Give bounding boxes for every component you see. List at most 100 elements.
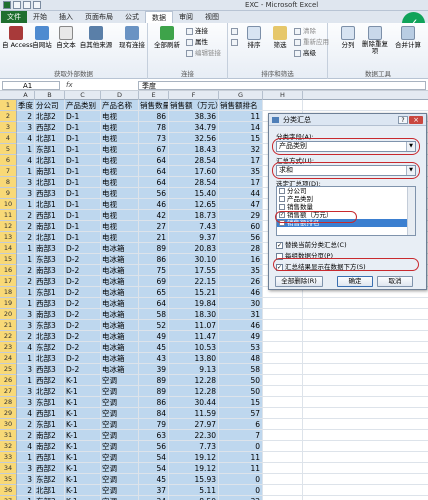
column-header-e[interactable]: E (139, 91, 169, 100)
cell[interactable]: 13.80 (169, 353, 219, 364)
cell[interactable]: 东部2 (35, 496, 65, 500)
cell[interactable]: 东部3 (35, 254, 65, 265)
cell[interactable]: 北部1 (35, 177, 65, 188)
row-header[interactable]: 20 (0, 309, 17, 320)
redo-icon[interactable] (33, 1, 41, 9)
cell[interactable]: K-1 (65, 474, 101, 485)
cell[interactable]: 18.43 (169, 144, 219, 155)
cell[interactable]: 南部3 (35, 309, 65, 320)
cell[interactable]: 1 (17, 166, 35, 177)
cell[interactable]: 2 (17, 430, 35, 441)
cell[interactable]: 45 (139, 474, 169, 485)
cell[interactable]: 西部1 (35, 452, 65, 463)
cell[interactable] (303, 419, 428, 430)
cell[interactable]: 空调 (101, 386, 139, 397)
cell[interactable]: 67 (139, 144, 169, 155)
tab-data[interactable]: 数据 (145, 11, 173, 23)
cell[interactable]: 11 (219, 463, 263, 474)
cell[interactable]: K-1 (65, 430, 101, 441)
checkbox-icon[interactable] (279, 204, 285, 210)
cell[interactable]: 1 (17, 496, 35, 500)
cell[interactable]: 东部2 (35, 474, 65, 485)
cell[interactable]: 空调 (101, 485, 139, 496)
cell[interactable]: 空调 (101, 430, 139, 441)
cell[interactable]: 电冰箱 (101, 265, 139, 276)
cell[interactable]: 15.93 (169, 474, 219, 485)
cell[interactable]: 西部3 (35, 364, 65, 375)
cell[interactable]: 2 (17, 265, 35, 276)
cell[interactable] (303, 331, 428, 342)
tab-home[interactable]: 开始 (27, 11, 53, 23)
cell[interactable]: 17 (219, 155, 263, 166)
cell[interactable]: 56 (139, 441, 169, 452)
row-header[interactable]: 7 (0, 166, 17, 177)
sort-asc-button[interactable] (231, 27, 240, 35)
cell[interactable]: D-1 (65, 122, 101, 133)
cell[interactable]: 3 (17, 463, 35, 474)
cell[interactable] (263, 364, 303, 375)
cell[interactable]: 4 (17, 342, 35, 353)
row-header[interactable]: 12 (0, 221, 17, 232)
cell[interactable]: 22.30 (169, 430, 219, 441)
cancel-button[interactable]: 取消 (377, 276, 413, 287)
cell[interactable]: 南部3 (35, 265, 65, 276)
row-header[interactable]: 8 (0, 177, 17, 188)
cell[interactable]: 电冰箱 (101, 243, 139, 254)
row-header[interactable]: 2 (0, 111, 17, 122)
row-header[interactable]: 16 (0, 265, 17, 276)
column-header-c[interactable]: C (65, 91, 101, 100)
cell[interactable]: 3 (17, 122, 35, 133)
cell[interactable]: 南部3 (35, 243, 65, 254)
row-header[interactable]: 24 (0, 353, 17, 364)
cell[interactable]: 西部2 (35, 375, 65, 386)
cell[interactable]: 58 (219, 364, 263, 375)
cell[interactable]: K-1 (65, 463, 101, 474)
cell[interactable]: 35 (219, 265, 263, 276)
column-header-a[interactable]: A (17, 91, 35, 100)
tab-insert[interactable]: 插入 (53, 11, 79, 23)
formula-input[interactable]: 季度 (138, 81, 426, 90)
cell[interactable] (303, 441, 428, 452)
cell[interactable] (263, 496, 303, 500)
cell[interactable]: 28.54 (169, 177, 219, 188)
cell[interactable]: 15.40 (169, 188, 219, 199)
cell[interactable] (303, 452, 428, 463)
cell[interactable]: 47 (219, 199, 263, 210)
cell[interactable]: 东部1 (35, 144, 65, 155)
cell[interactable]: 48 (219, 353, 263, 364)
cell[interactable] (263, 474, 303, 485)
cell[interactable]: D-2 (65, 243, 101, 254)
cell[interactable]: 49 (139, 331, 169, 342)
cell[interactable]: 78 (139, 122, 169, 133)
cell[interactable]: 电冰箱 (101, 298, 139, 309)
cell[interactable]: 销售额（万元） (169, 100, 219, 111)
cell[interactable]: 38.36 (169, 111, 219, 122)
cell[interactable] (303, 408, 428, 419)
cell[interactable] (303, 353, 428, 364)
properties-button[interactable]: 属性 (186, 38, 208, 46)
cell[interactable]: 3 (17, 397, 35, 408)
cell[interactable]: 3 (17, 386, 35, 397)
cell[interactable]: 64 (139, 298, 169, 309)
cell[interactable]: 1 (17, 353, 35, 364)
field-list-item[interactable]: 产品类别 (277, 195, 415, 203)
cell[interactable]: 电冰箱 (101, 287, 139, 298)
cell[interactable]: D-1 (65, 199, 101, 210)
cell[interactable]: 南部1 (35, 166, 65, 177)
cell[interactable]: 北部3 (35, 353, 65, 364)
cell[interactable] (263, 485, 303, 496)
row-header[interactable]: 35 (0, 474, 17, 485)
cell[interactable]: K-1 (65, 397, 101, 408)
cell[interactable]: 86 (139, 111, 169, 122)
cell[interactable]: 52 (139, 320, 169, 331)
tab-review[interactable]: 审阅 (173, 11, 199, 23)
cell[interactable]: 19.12 (169, 452, 219, 463)
cell[interactable]: 30.10 (169, 254, 219, 265)
cell[interactable]: K-1 (65, 375, 101, 386)
cell[interactable]: D-1 (65, 111, 101, 122)
cell[interactable]: 3 (17, 177, 35, 188)
cell[interactable]: 空调 (101, 408, 139, 419)
cell[interactable] (263, 342, 303, 353)
row-header[interactable]: 22 (0, 331, 17, 342)
cell[interactable]: 31 (219, 309, 263, 320)
